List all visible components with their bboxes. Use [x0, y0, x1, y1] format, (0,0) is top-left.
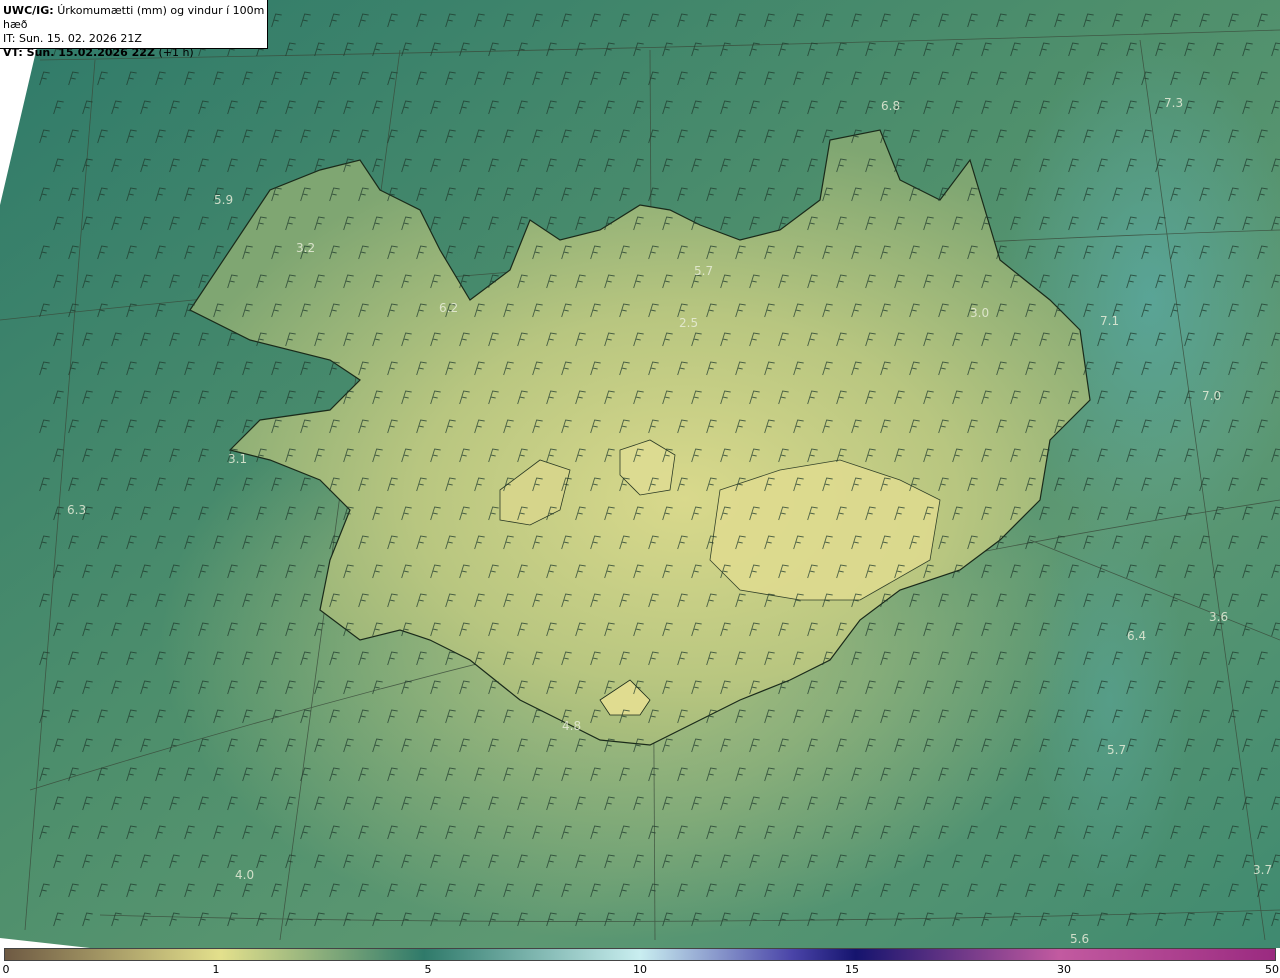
value-label: 6.2 [439, 301, 458, 315]
color-scale-tick-label: 50 [1265, 963, 1279, 976]
value-label: 5.6 [1070, 932, 1089, 946]
value-label: 5.7 [1107, 743, 1126, 757]
color-scale-tick-label: 30 [1057, 963, 1071, 976]
value-label: 2.5 [679, 316, 698, 330]
title-line: UWC/IG: Úrkomumætti (mm) og vindur í 100… [3, 4, 267, 32]
color-scale-legend: 0 1 5 10 15 30 50 [0, 948, 1280, 978]
value-label: 6.3 [67, 503, 86, 517]
value-label: 3.0 [970, 306, 989, 320]
value-label: 5.7 [694, 264, 713, 278]
value-label: 6.4 [1127, 629, 1146, 643]
color-scale-tick-label: 5 [424, 963, 432, 976]
value-label: 4.0 [235, 868, 254, 882]
color-scale-bar [4, 948, 1276, 961]
value-label: 3.7 [1253, 863, 1272, 877]
value-label: 4.8 [562, 719, 581, 733]
value-label: 7.3 [1164, 96, 1183, 110]
value-label: 7.1 [1100, 314, 1119, 328]
value-label: 7.0 [1202, 389, 1221, 403]
color-scale-tick-label: 15 [845, 963, 859, 976]
value-label: 5.9 [214, 193, 233, 207]
color-scale-tick-label: 10 [633, 963, 647, 976]
value-label: 3.2 [296, 241, 315, 255]
vt-label: VT: Sun. 15.02.2026 22Z [3, 46, 155, 59]
value-label: 3.1 [228, 452, 247, 466]
map-viewer: 5.9 3.2 6.2 5.7 2.5 3.0 6.8 7.3 7.1 7.0 … [0, 0, 1280, 978]
vt-offset: (+1 h) [158, 46, 194, 59]
value-label: 3.6 [1209, 610, 1228, 624]
value-label: 6.8 [881, 99, 900, 113]
it-line: IT: Sun. 15. 02. 2026 21Z [3, 32, 142, 45]
vt-line: VT: Sun. 15.02.2026 22Z (+1 h) [3, 46, 267, 60]
precipitation-wind-map: 5.9 3.2 6.2 5.7 2.5 3.0 6.8 7.3 7.1 7.0 … [0, 0, 1280, 948]
product-code: UWC/IG: [3, 4, 54, 17]
color-scale-tick-label: 0 [2, 963, 10, 976]
color-scale-tick-label: 1 [212, 963, 220, 976]
map-title-box: UWC/IG: Úrkomumætti (mm) og vindur í 100… [0, 0, 268, 59]
